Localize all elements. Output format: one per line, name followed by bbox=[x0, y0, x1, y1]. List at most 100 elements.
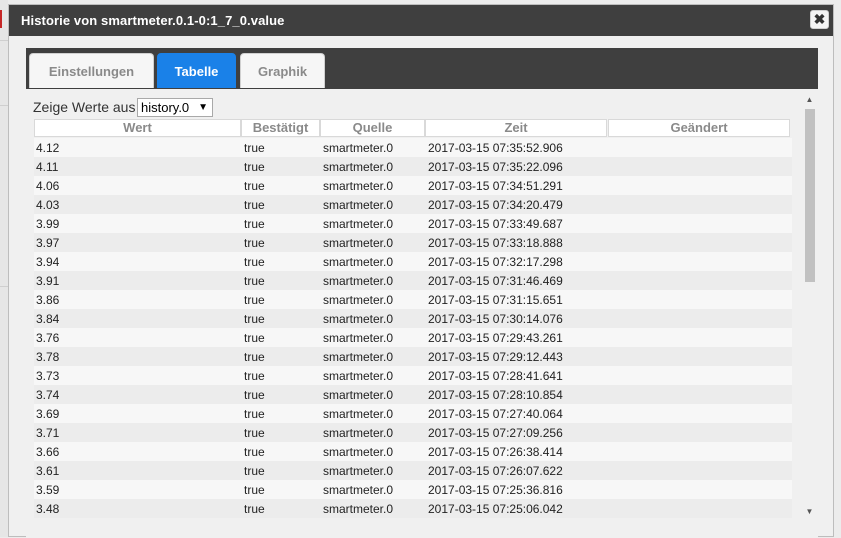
table-row[interactable]: 4.12 true smartmeter.0 2017-03-15 07:35:52.… bbox=[34, 138, 792, 157]
cell-zeit: 2017-03-15 07:31:46.469 bbox=[428, 274, 563, 288]
cell-zeit: 2017-03-15 07:33:18.888 bbox=[428, 236, 563, 250]
cell-bestaetigt: true bbox=[244, 198, 265, 212]
cell-bestaetigt: true bbox=[244, 160, 265, 174]
scroll-down-arrow-icon[interactable]: ▼ bbox=[803, 507, 816, 517]
cell-zeit: 2017-03-15 07:35:22.096 bbox=[428, 160, 563, 174]
cell-zeit: 2017-03-15 07:28:41.641 bbox=[428, 369, 563, 383]
cell-quelle: smartmeter.0 bbox=[323, 274, 394, 288]
cell-zeit: 2017-03-15 07:33:49.687 bbox=[428, 217, 563, 231]
table-scrollbar[interactable]: ▲ ▼ bbox=[803, 95, 816, 519]
dialog-titlebar[interactable]: Historie von smartmeter.0.1-0:1_7_0.valu… bbox=[9, 5, 833, 36]
history-instance-select[interactable]: history.0 ▼ bbox=[137, 98, 213, 117]
cell-bestaetigt: true bbox=[244, 293, 265, 307]
table-row[interactable]: 3.78 true smartmeter.0 2017-03-15 07:29:12.… bbox=[34, 347, 792, 366]
dialog-title: Historie von smartmeter.0.1-0:1_7_0.valu… bbox=[21, 13, 285, 28]
tab-content-panel: Zeige Werte aus history.0 ▼ Wert Bestäti… bbox=[26, 89, 818, 538]
column-header-zeit[interactable]: Zeit bbox=[425, 119, 607, 137]
cell-zeit: 2017-03-15 07:30:14.076 bbox=[428, 312, 563, 326]
tab-einstellungen[interactable]: Einstellungen bbox=[29, 53, 154, 88]
cell-wert: 3.69 bbox=[36, 407, 60, 421]
cell-quelle: smartmeter.0 bbox=[323, 141, 394, 155]
history-table: Wert Bestätigt Quelle Zeit Geändert 4.12… bbox=[34, 119, 792, 519]
cell-wert: 3.76 bbox=[36, 331, 60, 345]
cell-quelle: smartmeter.0 bbox=[323, 483, 394, 497]
cell-quelle: smartmeter.0 bbox=[323, 388, 394, 402]
table-row[interactable]: 4.11 true smartmeter.0 2017-03-15 07:35:22.… bbox=[34, 157, 792, 176]
close-button[interactable]: ✖ bbox=[810, 10, 829, 29]
cell-quelle: smartmeter.0 bbox=[323, 464, 394, 478]
cell-wert: 3.97 bbox=[36, 236, 60, 250]
cell-bestaetigt: true bbox=[244, 312, 265, 326]
background-page-edge bbox=[0, 0, 8, 537]
cell-zeit: 2017-03-15 07:28:10.854 bbox=[428, 388, 563, 402]
table-row[interactable]: 3.97 true smartmeter.0 2017-03-15 07:33:18.… bbox=[34, 233, 792, 252]
cell-wert: 3.99 bbox=[36, 217, 60, 231]
cell-wert: 4.03 bbox=[36, 198, 60, 212]
cell-wert: 3.94 bbox=[36, 255, 60, 269]
history-dialog: Historie von smartmeter.0.1-0:1_7_0.valu… bbox=[8, 4, 834, 538]
scroll-up-arrow-icon[interactable]: ▲ bbox=[803, 95, 816, 105]
cell-quelle: smartmeter.0 bbox=[323, 350, 394, 364]
table-row[interactable]: 3.94 true smartmeter.0 2017-03-15 07:32:17.… bbox=[34, 252, 792, 271]
cell-quelle: smartmeter.0 bbox=[323, 407, 394, 421]
tab-tabelle[interactable]: Tabelle bbox=[157, 53, 236, 88]
table-row[interactable]: 3.86 true smartmeter.0 2017-03-15 07:31:15.… bbox=[34, 290, 792, 309]
column-header-quelle[interactable]: Quelle bbox=[320, 119, 425, 137]
cell-bestaetigt: true bbox=[244, 274, 265, 288]
table-row[interactable]: 3.59 true smartmeter.0 2017-03-15 07:25:36.… bbox=[34, 480, 792, 499]
table-row[interactable]: 3.99 true smartmeter.0 2017-03-15 07:33:49.… bbox=[34, 214, 792, 233]
cell-wert: 3.71 bbox=[36, 426, 60, 440]
cell-zeit: 2017-03-15 07:25:06.042 bbox=[428, 502, 563, 516]
cell-quelle: smartmeter.0 bbox=[323, 331, 394, 345]
cell-wert: 3.59 bbox=[36, 483, 60, 497]
table-row[interactable]: 3.73 true smartmeter.0 2017-03-15 07:28:41.… bbox=[34, 366, 792, 385]
cell-zeit: 2017-03-15 07:26:07.622 bbox=[428, 464, 563, 478]
scrollbar-thumb[interactable] bbox=[805, 109, 815, 282]
cell-quelle: smartmeter.0 bbox=[323, 502, 394, 516]
cell-zeit: 2017-03-15 07:34:20.479 bbox=[428, 198, 563, 212]
cell-zeit: 2017-03-15 07:27:40.064 bbox=[428, 407, 563, 421]
table-row[interactable]: 3.61 true smartmeter.0 2017-03-15 07:26:07.… bbox=[34, 461, 792, 480]
cell-zeit: 2017-03-15 07:29:43.261 bbox=[428, 331, 563, 345]
cell-bestaetigt: true bbox=[244, 217, 265, 231]
table-row[interactable]: 3.66 true smartmeter.0 2017-03-15 07:26:38.… bbox=[34, 442, 792, 461]
cell-wert: 4.12 bbox=[36, 141, 60, 155]
cell-bestaetigt: true bbox=[244, 141, 265, 155]
cell-quelle: smartmeter.0 bbox=[323, 426, 394, 440]
cell-bestaetigt: true bbox=[244, 407, 265, 421]
cell-zeit: 2017-03-15 07:35:52.906 bbox=[428, 141, 563, 155]
column-header-bestaetigt[interactable]: Bestätigt bbox=[241, 119, 320, 137]
tab-graphik[interactable]: Graphik bbox=[240, 53, 325, 88]
table-row[interactable]: 3.84 true smartmeter.0 2017-03-15 07:30:14.… bbox=[34, 309, 792, 328]
background-divider bbox=[0, 286, 8, 287]
table-row[interactable]: 3.71 true smartmeter.0 2017-03-15 07:27:09.… bbox=[34, 423, 792, 442]
table-row[interactable]: 3.76 true smartmeter.0 2017-03-15 07:29:43.… bbox=[34, 328, 792, 347]
column-header-geaendert[interactable]: Geändert bbox=[608, 119, 790, 137]
table-row[interactable]: 3.69 true smartmeter.0 2017-03-15 07:27:40.… bbox=[34, 404, 792, 423]
column-header-wert[interactable]: Wert bbox=[34, 119, 241, 137]
cell-zeit: 2017-03-15 07:26:38.414 bbox=[428, 445, 563, 459]
cell-bestaetigt: true bbox=[244, 445, 265, 459]
cell-zeit: 2017-03-15 07:34:51.291 bbox=[428, 179, 563, 193]
cell-wert: 3.61 bbox=[36, 464, 60, 478]
cell-zeit: 2017-03-15 07:27:09.256 bbox=[428, 426, 563, 440]
table-row[interactable]: 3.48 true smartmeter.0 2017-03-15 07:25:06.… bbox=[34, 499, 792, 518]
cell-zeit: 2017-03-15 07:29:12.443 bbox=[428, 350, 563, 364]
cell-bestaetigt: true bbox=[244, 426, 265, 440]
cell-wert: 3.66 bbox=[36, 445, 60, 459]
cell-wert: 3.48 bbox=[36, 502, 60, 516]
cell-quelle: smartmeter.0 bbox=[323, 160, 394, 174]
table-row[interactable]: 4.06 true smartmeter.0 2017-03-15 07:34:51.… bbox=[34, 176, 792, 195]
cell-bestaetigt: true bbox=[244, 502, 265, 516]
background-marker bbox=[0, 10, 2, 28]
cell-quelle: smartmeter.0 bbox=[323, 312, 394, 326]
cell-zeit: 2017-03-15 07:32:17.298 bbox=[428, 255, 563, 269]
background-divider bbox=[0, 40, 8, 41]
cell-wert: 3.84 bbox=[36, 312, 60, 326]
cell-quelle: smartmeter.0 bbox=[323, 236, 394, 250]
table-row[interactable]: 3.91 true smartmeter.0 2017-03-15 07:31:46.… bbox=[34, 271, 792, 290]
dropdown-caret-icon: ▼ bbox=[198, 102, 208, 113]
table-row[interactable]: 3.74 true smartmeter.0 2017-03-15 07:28:10.… bbox=[34, 385, 792, 404]
cell-wert: 3.91 bbox=[36, 274, 60, 288]
table-row[interactable]: 4.03 true smartmeter.0 2017-03-15 07:34:20.… bbox=[34, 195, 792, 214]
